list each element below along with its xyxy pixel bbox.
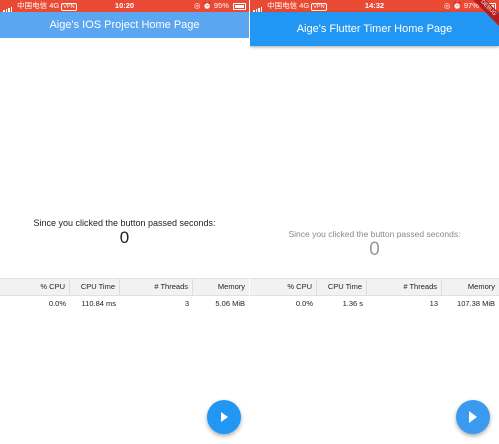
cpu-percent-value: 0.0%	[48, 299, 66, 308]
cpu-time-value: 1.36 s	[342, 299, 363, 308]
header-threads[interactable]: # Threads	[120, 279, 193, 295]
lock-icon: ◎	[443, 1, 451, 10]
header-memory[interactable]: Memory	[442, 279, 499, 295]
cpu-time-value: 110.84 ms	[81, 299, 116, 308]
memory-value: 107.38 MiB	[457, 299, 495, 308]
alarm-icon: ⏰	[202, 1, 212, 10]
performance-table: % CPU CPU Time # Threads Memory 0.0% 110…	[0, 278, 249, 312]
flutter-screen: 中国电信 4G VPN 14:32 ◎ ⏰ 97% Aige's Flutter…	[250, 0, 499, 444]
caption-text: Since you clicked the button passed seco…	[33, 218, 216, 228]
play-icon	[469, 411, 477, 423]
table-row: 0.0% 1.36 s 13 107.38 MiB	[250, 296, 499, 312]
performance-header: % CPU CPU Time # Threads Memory	[0, 278, 249, 296]
counter-value: 0	[119, 228, 130, 247]
performance-header: % CPU CPU Time # Threads Memory	[250, 278, 499, 296]
threads-value: 3	[184, 299, 189, 308]
memory-value: 5.06 MiB	[215, 299, 245, 308]
header-cpu-percent[interactable]: % CPU	[250, 279, 317, 295]
status-bar: 中国电信 4G VPN 10:20 ◎ ⏰ 95%	[0, 0, 249, 13]
performance-table: % CPU CPU Time # Threads Memory 0.0% 1.3…	[250, 278, 499, 312]
cpu-percent-value: 0.0%	[295, 299, 313, 308]
lock-icon: ◎	[193, 1, 201, 10]
start-timer-button[interactable]	[207, 400, 241, 434]
battery-percent: 95%	[213, 1, 229, 10]
play-icon	[221, 412, 228, 422]
caption-text: Since you clicked the button passed seco…	[288, 229, 461, 239]
table-row: 0.0% 110.84 ms 3 5.06 MiB	[0, 296, 249, 312]
header-memory[interactable]: Memory	[193, 279, 249, 295]
counter-value: 0	[369, 239, 380, 260]
ios-screen: 中国电信 4G VPN 10:20 ◎ ⏰ 95% Aige's IOS Pro…	[0, 0, 249, 444]
app-title: Aige's IOS Project Home Page	[0, 12, 249, 38]
start-timer-button[interactable]	[456, 400, 490, 434]
threads-value: 13	[429, 299, 438, 308]
alarm-icon: ⏰	[452, 1, 462, 10]
header-cpu-time[interactable]: CPU Time	[70, 279, 120, 295]
header-threads[interactable]: # Threads	[367, 279, 442, 295]
battery-icon	[233, 2, 246, 10]
header-cpu-time[interactable]: CPU Time	[317, 279, 367, 295]
app-title: Aige's Flutter Timer Home Page	[250, 12, 499, 46]
status-bar: 中国电信 4G VPN 14:32 ◎ ⏰ 97%	[250, 0, 499, 13]
header-cpu-percent[interactable]: % CPU	[0, 279, 70, 295]
